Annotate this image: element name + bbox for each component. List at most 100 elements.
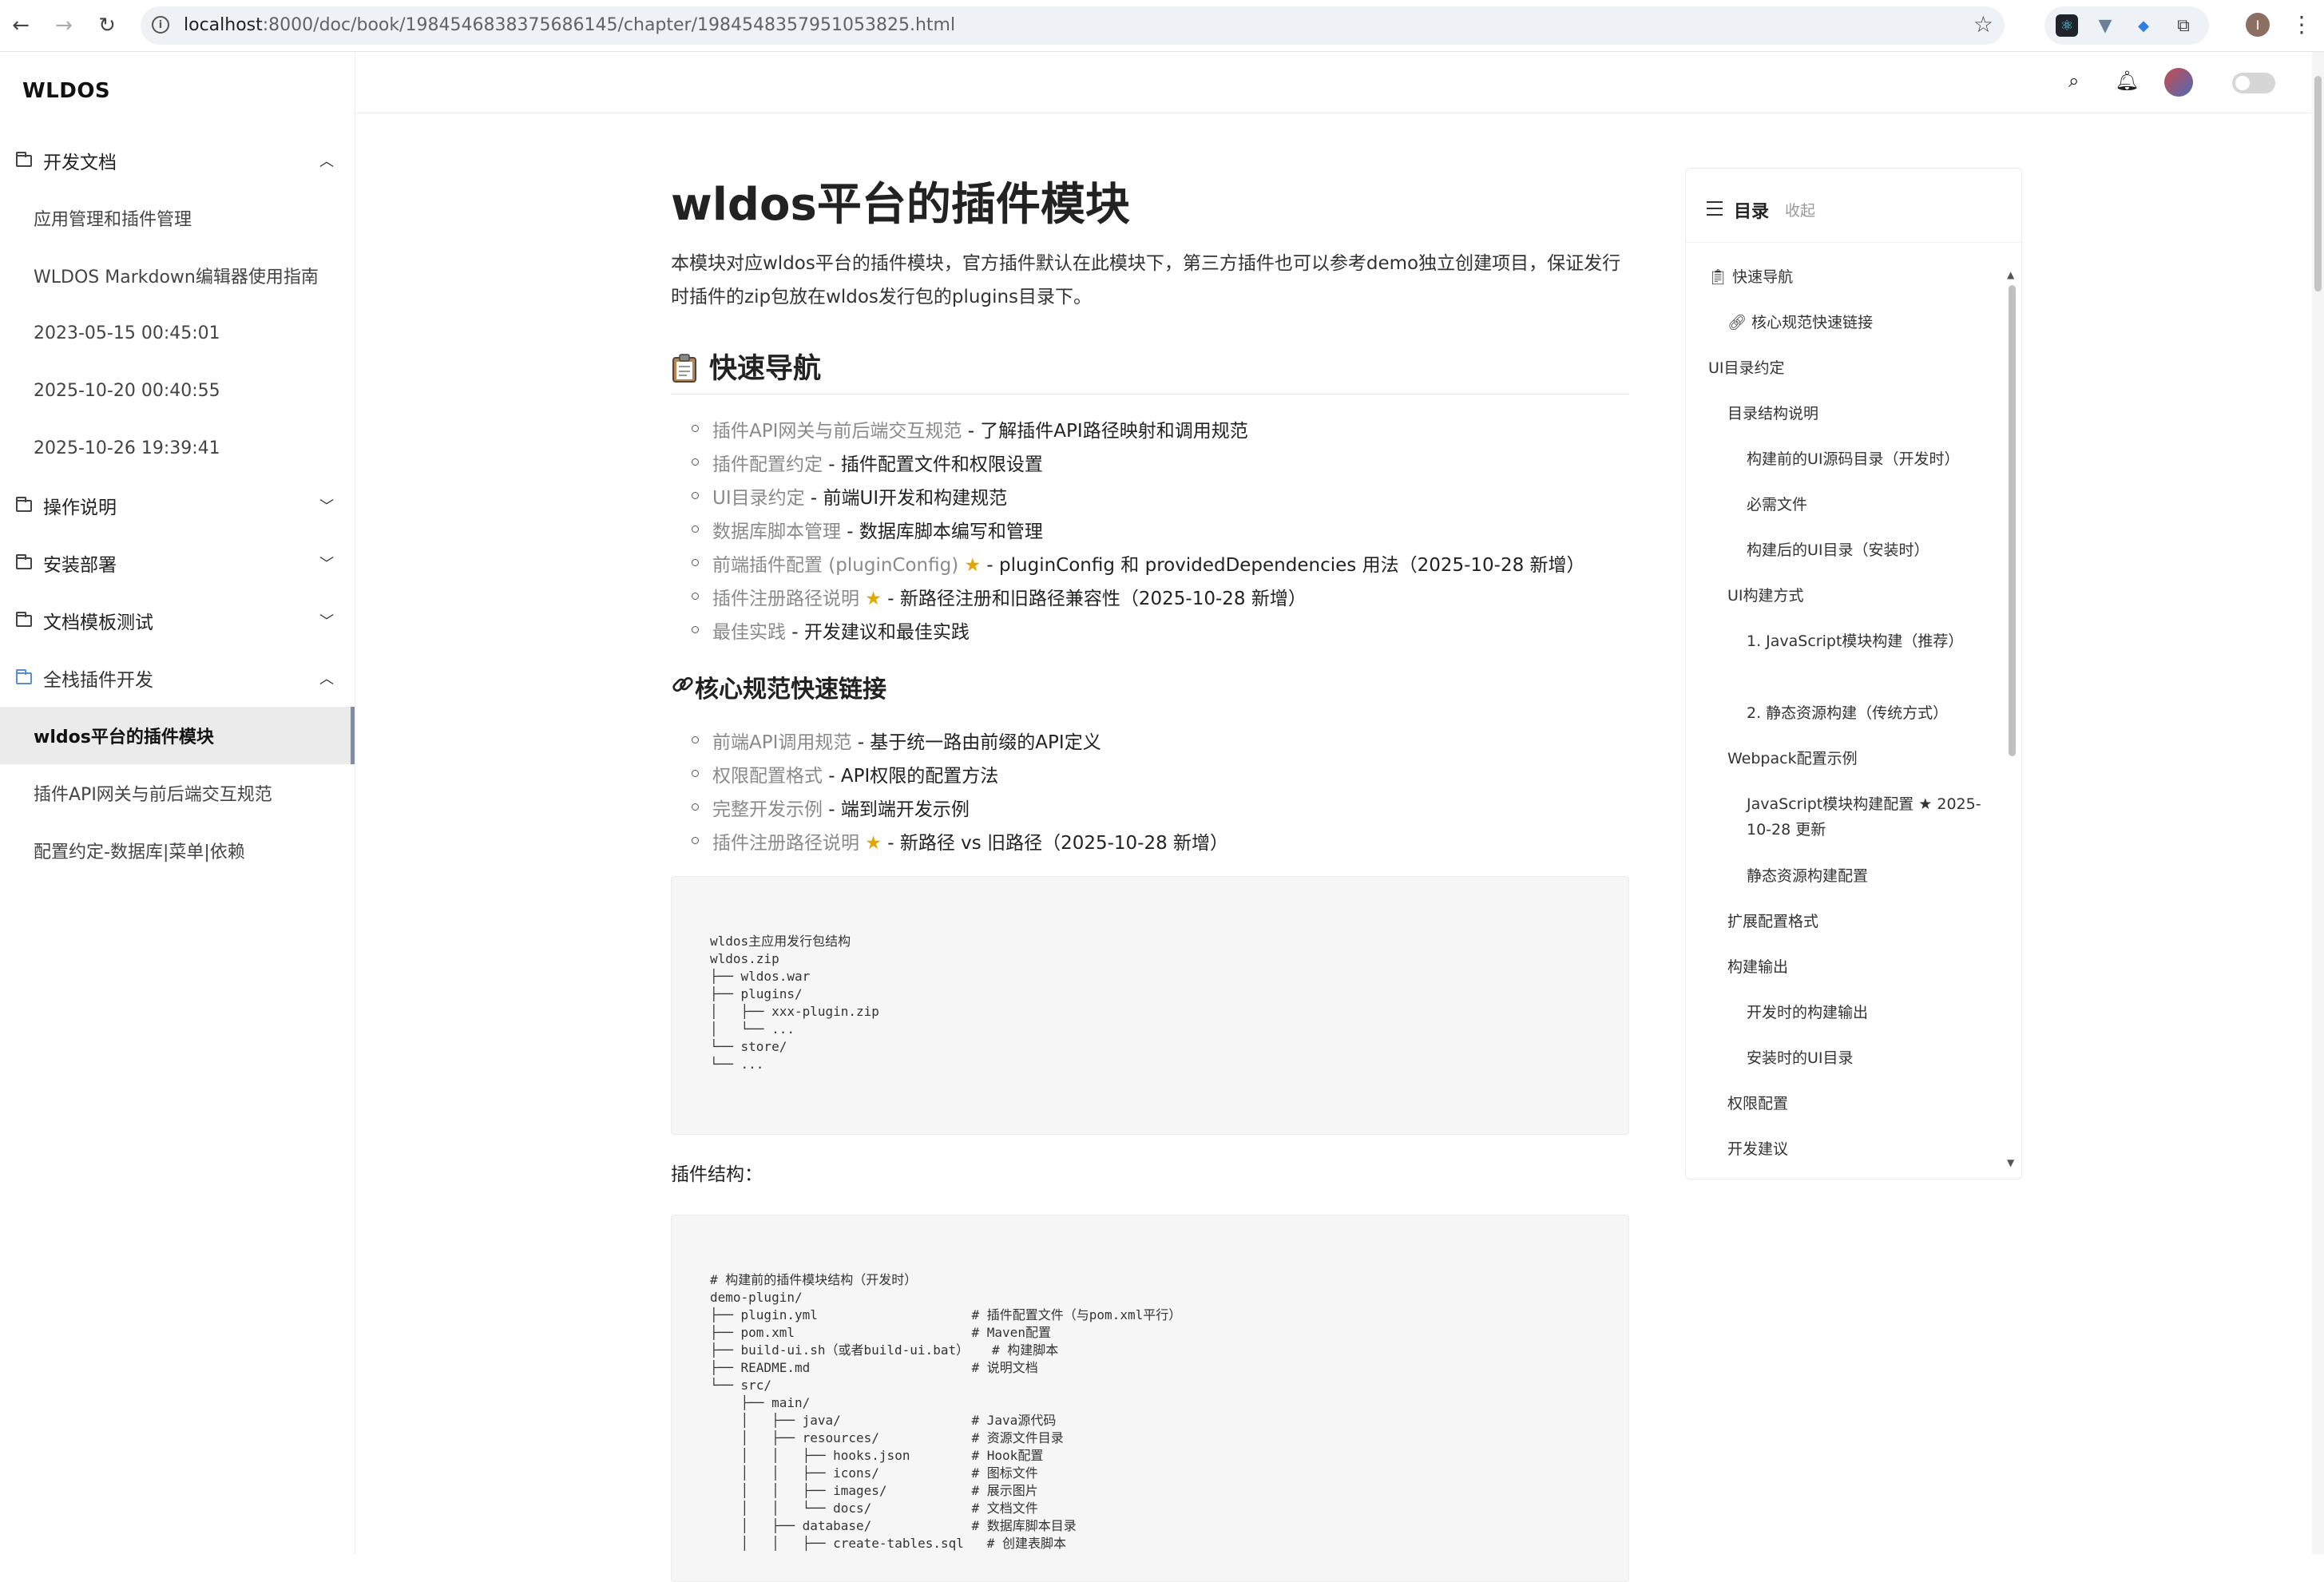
toc-item[interactable]: 静态资源构建配置 bbox=[1747, 863, 1983, 889]
scroll-up-arrow-icon[interactable]: ▲ bbox=[2007, 269, 2014, 280]
chevron-down-icon: ﹀ bbox=[319, 556, 334, 573]
toc-item[interactable]: JavaScript模块构建配置 ★ 2025-10-28 更新 bbox=[1747, 791, 1983, 843]
toc-item[interactable]: 必需文件 bbox=[1747, 492, 1983, 517]
vue-devtools-icon[interactable]: ▼ bbox=[2094, 14, 2116, 37]
app-header: ⌕ 🔔︎ bbox=[355, 52, 2312, 113]
scrollbar-thumb[interactable] bbox=[2009, 285, 2016, 756]
sidebar-section-dev-docs[interactable]: 开发文档 ︿ bbox=[0, 132, 355, 189]
code-block-plugin-structure[interactable]: # 构建前的插件模块结构（开发时） demo-plugin/ ├── plugi… bbox=[671, 1215, 1629, 1582]
toc-item[interactable]: 📋︎ 快速导航 bbox=[1708, 264, 1983, 290]
list-item: 前端API调用规范 - 基于统一路由前缀的API定义 bbox=[692, 727, 1101, 754]
doc-link[interactable]: 数据库脚本管理 bbox=[712, 521, 841, 542]
toc-item[interactable]: UI目录约定 bbox=[1708, 355, 1983, 381]
toc-item[interactable]: 扩展配置格式 bbox=[1727, 909, 1983, 934]
sidebar-section-operations[interactable]: 操作说明 ﹀ bbox=[0, 477, 355, 534]
address-bar[interactable]: i localhost:8000/doc/book/19845468383756… bbox=[141, 6, 2005, 45]
link-icon bbox=[672, 676, 693, 692]
scrollbar-thumb[interactable] bbox=[2314, 76, 2322, 291]
sidebar-item[interactable]: 配置约定-数据库|菜单|依赖 bbox=[0, 822, 355, 879]
star-icon: ★ bbox=[859, 589, 882, 609]
plugin-structure-label: 插件结构： bbox=[671, 1164, 763, 1185]
toc-item[interactable]: 1. JavaScript模块构建（推荐） bbox=[1747, 628, 1983, 654]
intro-paragraph: 本模块对应wldos平台的插件模块，官方插件默认在此模块下，第三方插件也可以参考… bbox=[671, 253, 1621, 307]
url-text[interactable]: localhost:8000/doc/book/1984546838375686… bbox=[184, 15, 955, 35]
forward-arrow-icon[interactable]: → bbox=[50, 11, 78, 40]
sidebar-item[interactable]: 2023-05-15 00:45:01 bbox=[0, 304, 355, 362]
reload-icon[interactable]: ↻ bbox=[93, 11, 121, 40]
brand-logo[interactable]: WLDOS bbox=[22, 79, 110, 103]
page-title: wldos平台的插件模块 bbox=[671, 179, 1130, 231]
extensions-group: ⚛ ▼ ◆ ⧉ bbox=[2044, 6, 2209, 45]
doc-link[interactable]: 前端API调用规范 bbox=[712, 732, 851, 753]
toc-item[interactable]: 目录结构说明 bbox=[1727, 401, 1983, 426]
clipboard-icon bbox=[672, 354, 696, 383]
link-description: - 开发建议和最佳实践 bbox=[786, 622, 970, 643]
sidebar-section-template-test[interactable]: 文档模板测试 ﹀ bbox=[0, 592, 355, 649]
doc-link[interactable]: 插件注册路径说明 bbox=[712, 589, 859, 609]
sidebar-section-label: 安装部署 bbox=[43, 555, 117, 576]
doc-link[interactable]: 插件API网关与前后端交互规范 bbox=[712, 421, 962, 442]
sidebar-item-active[interactable]: wldos平台的插件模块 bbox=[0, 707, 355, 764]
doc-link[interactable]: 权限配置格式 bbox=[712, 766, 823, 787]
toc-item[interactable]: 2. 静态资源构建（传统方式） bbox=[1747, 700, 1983, 726]
divider bbox=[1686, 242, 2021, 243]
profile-avatar[interactable]: I bbox=[2246, 13, 2270, 37]
sidebar-item[interactable]: WLDOS Markdown编辑器使用指南 bbox=[0, 247, 355, 304]
toc-item[interactable]: 构建后的UI目录（安装时） bbox=[1747, 537, 1983, 563]
sidebar-item[interactable]: 2025-10-20 00:40:55 bbox=[0, 362, 355, 419]
list-item: 插件注册路径说明 ★ - 新路径 vs 旧路径（2025-10-28 新增） bbox=[691, 827, 1228, 854]
sidebar-item[interactable]: 应用管理和插件管理 bbox=[0, 189, 355, 247]
page-scrollbar[interactable] bbox=[2312, 52, 2324, 1554]
sidebar-item[interactable]: 插件API网关与前后端交互规范 bbox=[0, 764, 355, 822]
toc-item[interactable]: 权限配置 bbox=[1727, 1091, 1983, 1116]
toc-item[interactable]: 开发建议 bbox=[1727, 1136, 1983, 1162]
extension-icon[interactable]: ◆ bbox=[2132, 14, 2155, 37]
toc-item[interactable]: 开发时的构建输出 bbox=[1747, 1000, 1983, 1025]
scroll-down-arrow-icon[interactable]: ▼ bbox=[2007, 1157, 2014, 1168]
toc-item[interactable]: Webpack配置示例 bbox=[1727, 746, 1983, 771]
site-info-icon[interactable]: i bbox=[152, 16, 169, 34]
doc-link[interactable]: 插件注册路径说明 bbox=[712, 833, 859, 854]
sidebar: WLDOS 开发文档 ︿ 应用管理和插件管理 WLDOS Markdown编辑器… bbox=[0, 52, 355, 1554]
folder-icon bbox=[16, 151, 32, 167]
doc-link[interactable]: 最佳实践 bbox=[712, 622, 786, 643]
code-block-release-structure[interactable]: wldos主应用发行包结构 wldos.zip ├── wldos.war ├─… bbox=[671, 876, 1629, 1135]
link-description: - 新路径注册和旧路径兼容性（2025-10-28 新增） bbox=[881, 589, 1307, 609]
user-avatar[interactable] bbox=[2164, 68, 2193, 97]
list-item: 插件注册路径说明 ★ - 新路径注册和旧路径兼容性（2025-10-28 新增） bbox=[692, 583, 1307, 610]
sidebar-section-label: 全栈插件开发 bbox=[43, 670, 153, 691]
puzzle-icon[interactable]: ⧉ bbox=[2172, 14, 2195, 37]
code-text: # 构建前的插件模块结构（开发时） demo-plugin/ ├── plugi… bbox=[710, 1272, 1182, 1551]
doc-link[interactable]: 完整开发示例 bbox=[712, 799, 823, 820]
bookmark-star-icon[interactable]: ☆ bbox=[1973, 11, 1993, 38]
toc-scrollbar[interactable]: ▲ ▼ bbox=[2007, 269, 2017, 1172]
toc-collapse-button[interactable]: 收起 bbox=[1785, 199, 1815, 220]
doc-link[interactable]: 插件配置约定 bbox=[712, 454, 823, 475]
toc-title: 目录 bbox=[1707, 197, 1769, 223]
sidebar-item[interactable]: 2025-10-26 19:39:41 bbox=[0, 419, 355, 477]
link-description: - 基于统一路由前缀的API定义 bbox=[851, 732, 1101, 753]
chevron-down-icon: ﹀ bbox=[319, 613, 334, 630]
toc-item[interactable]: 🔗︎ 核心规范快速链接 bbox=[1727, 310, 1983, 335]
sidebar-section-plugin-dev[interactable]: 全栈插件开发 ︿ bbox=[0, 649, 355, 707]
list-item: UI目录约定 - 前端UI开发和构建规范 bbox=[691, 482, 1007, 509]
sidebar-section-label: 文档模板测试 bbox=[43, 613, 153, 633]
code-text: wldos主应用发行包结构 wldos.zip ├── wldos.war ├─… bbox=[710, 934, 879, 1072]
toc-item[interactable]: 构建输出 bbox=[1727, 954, 1983, 980]
doc-link[interactable]: 前端插件配置 (pluginConfig) bbox=[712, 555, 958, 576]
react-devtools-icon[interactable]: ⚛ bbox=[2056, 14, 2078, 37]
folder-icon bbox=[16, 611, 32, 627]
theme-toggle[interactable] bbox=[2232, 73, 2275, 93]
toc-item[interactable]: 安装时的UI目录 bbox=[1747, 1045, 1983, 1071]
folder-icon bbox=[16, 496, 32, 512]
back-arrow-icon[interactable]: ← bbox=[6, 11, 35, 40]
sidebar-section-label: 操作说明 bbox=[43, 498, 117, 518]
more-menu-icon[interactable]: ⋮ bbox=[2290, 11, 2313, 38]
toc-item[interactable]: 构建前的UI源码目录（开发时） bbox=[1747, 446, 1983, 472]
doc-link[interactable]: UI目录约定 bbox=[712, 488, 805, 509]
sidebar-section-deployment[interactable]: 安装部署 ﹀ bbox=[0, 534, 355, 592]
bell-icon[interactable]: 🔔︎ bbox=[2115, 69, 2139, 92]
toc-panel: 目录 收起 📋︎ 快速导航 🔗︎ 核心规范快速链接 UI目录约定目录结构说明构建前的… bbox=[1685, 168, 2022, 1180]
toc-item[interactable]: UI构建方式 bbox=[1727, 583, 1983, 609]
search-icon[interactable]: ⌕ bbox=[2068, 69, 2079, 92]
